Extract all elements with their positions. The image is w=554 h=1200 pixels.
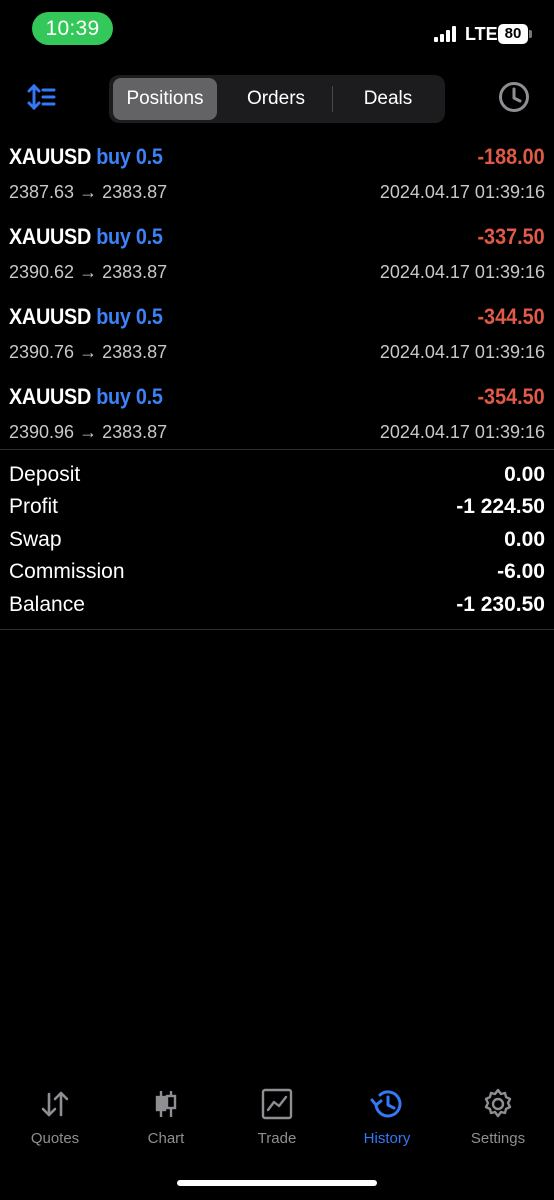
summary-value: -1 224.50 xyxy=(456,495,545,518)
position-profit: -337.50 xyxy=(477,224,545,249)
position-side: buy 0.5 xyxy=(96,304,163,329)
candlestick-chart-icon xyxy=(155,1091,177,1117)
position-time: 2024.04.17 01:39:16 xyxy=(379,182,545,202)
summary-value: -6.00 xyxy=(497,560,545,583)
summary-row-commission: Commission -6.00 xyxy=(0,560,554,592)
position-row[interactable]: XAUUSD buy 0.5 -344.50 2390.76 → 2383.87… xyxy=(0,304,554,384)
signal-strength-icon xyxy=(434,25,460,42)
history-clock-icon xyxy=(370,1090,402,1118)
position-title: XAUUSD buy 0.5 xyxy=(9,384,163,410)
position-profit: -188.00 xyxy=(477,144,545,169)
trade-chart-icon xyxy=(261,1088,293,1120)
summary-label: Deposit xyxy=(9,463,81,486)
tab-positions[interactable]: Positions xyxy=(113,78,217,120)
summary-label: Balance xyxy=(9,593,85,616)
quotes-arrows-icon xyxy=(41,1091,69,1117)
position-symbol: XAUUSD xyxy=(9,304,91,329)
position-title: XAUUSD buy 0.5 xyxy=(9,144,163,170)
summary-value: -1 230.50 xyxy=(456,593,545,616)
status-time[interactable]: 10:39 xyxy=(32,12,113,45)
position-time: 2024.04.17 01:39:16 xyxy=(379,422,545,442)
position-symbol: XAUUSD xyxy=(9,384,91,409)
position-side: buy 0.5 xyxy=(96,224,163,249)
position-profit: -354.50 xyxy=(477,384,545,409)
history-segmented-control: Positions Orders Deals xyxy=(109,75,445,123)
position-symbol: XAUUSD xyxy=(9,144,91,169)
tab-deals[interactable]: Deals xyxy=(335,78,441,120)
history-screen: 10:39 LTE 80 Positions Orders Deals XAUU… xyxy=(0,0,554,1200)
position-row[interactable]: XAUUSD buy 0.5 -354.50 2390.96 → 2383.87… xyxy=(0,384,554,464)
network-type: LTE xyxy=(465,24,498,44)
position-prices: 2390.96 → 2383.87 xyxy=(9,422,168,442)
status-bar: 10:39 LTE 80 xyxy=(0,0,554,60)
position-title: XAUUSD buy 0.5 xyxy=(9,224,163,250)
summary-row-swap: Swap 0.00 xyxy=(0,528,554,560)
position-prices: 2387.63 → 2383.87 xyxy=(9,182,168,202)
tab-label: Quotes xyxy=(30,1130,80,1147)
position-row[interactable]: XAUUSD buy 0.5 -188.00 2387.63 → 2383.87… xyxy=(0,144,554,224)
clock-icon[interactable] xyxy=(497,80,531,114)
sort-list-icon[interactable] xyxy=(26,83,56,111)
tab-quotes[interactable]: Quotes xyxy=(0,1082,110,1162)
tab-trade[interactable]: Trade xyxy=(222,1082,332,1162)
summary-label: Commission xyxy=(9,560,125,583)
summary-value: 0.00 xyxy=(504,463,545,486)
summary-label: Profit xyxy=(9,495,59,518)
position-row[interactable]: XAUUSD buy 0.5 -337.50 2390.62 → 2383.87… xyxy=(0,224,554,304)
position-symbol: XAUUSD xyxy=(9,224,91,249)
tab-chart[interactable]: Chart xyxy=(111,1082,221,1162)
battery-icon: 80 xyxy=(498,24,528,44)
position-side: buy 0.5 xyxy=(96,384,163,409)
tab-label: Settings xyxy=(470,1130,526,1147)
position-profit: -344.50 xyxy=(477,304,545,329)
summary-label: Swap xyxy=(9,528,62,551)
home-indicator[interactable] xyxy=(177,1180,377,1186)
position-time: 2024.04.17 01:39:16 xyxy=(379,342,545,362)
summary-row-balance: Balance -1 230.50 xyxy=(0,593,554,625)
segment-divider xyxy=(332,86,333,112)
tab-label: History xyxy=(363,1130,411,1147)
position-time: 2024.04.17 01:39:16 xyxy=(379,262,545,282)
tab-orders[interactable]: Orders xyxy=(221,78,331,120)
list-divider xyxy=(0,449,554,450)
position-title: XAUUSD buy 0.5 xyxy=(9,304,163,330)
tab-settings[interactable]: Settings xyxy=(443,1082,553,1162)
position-prices: 2390.62 → 2383.87 xyxy=(9,262,168,282)
position-prices: 2390.76 → 2383.87 xyxy=(9,342,168,362)
tab-history[interactable]: History xyxy=(332,1082,442,1162)
battery-tip xyxy=(529,30,532,38)
summary-value: 0.00 xyxy=(504,528,545,551)
summary-row-profit: Profit -1 224.50 xyxy=(0,495,554,527)
summary-row-deposit: Deposit 0.00 xyxy=(0,463,554,495)
gear-icon xyxy=(484,1088,512,1118)
tab-label: Chart xyxy=(147,1130,185,1147)
position-side: buy 0.5 xyxy=(96,144,163,169)
tab-label: Trade xyxy=(257,1130,297,1147)
summary-divider xyxy=(0,629,554,630)
